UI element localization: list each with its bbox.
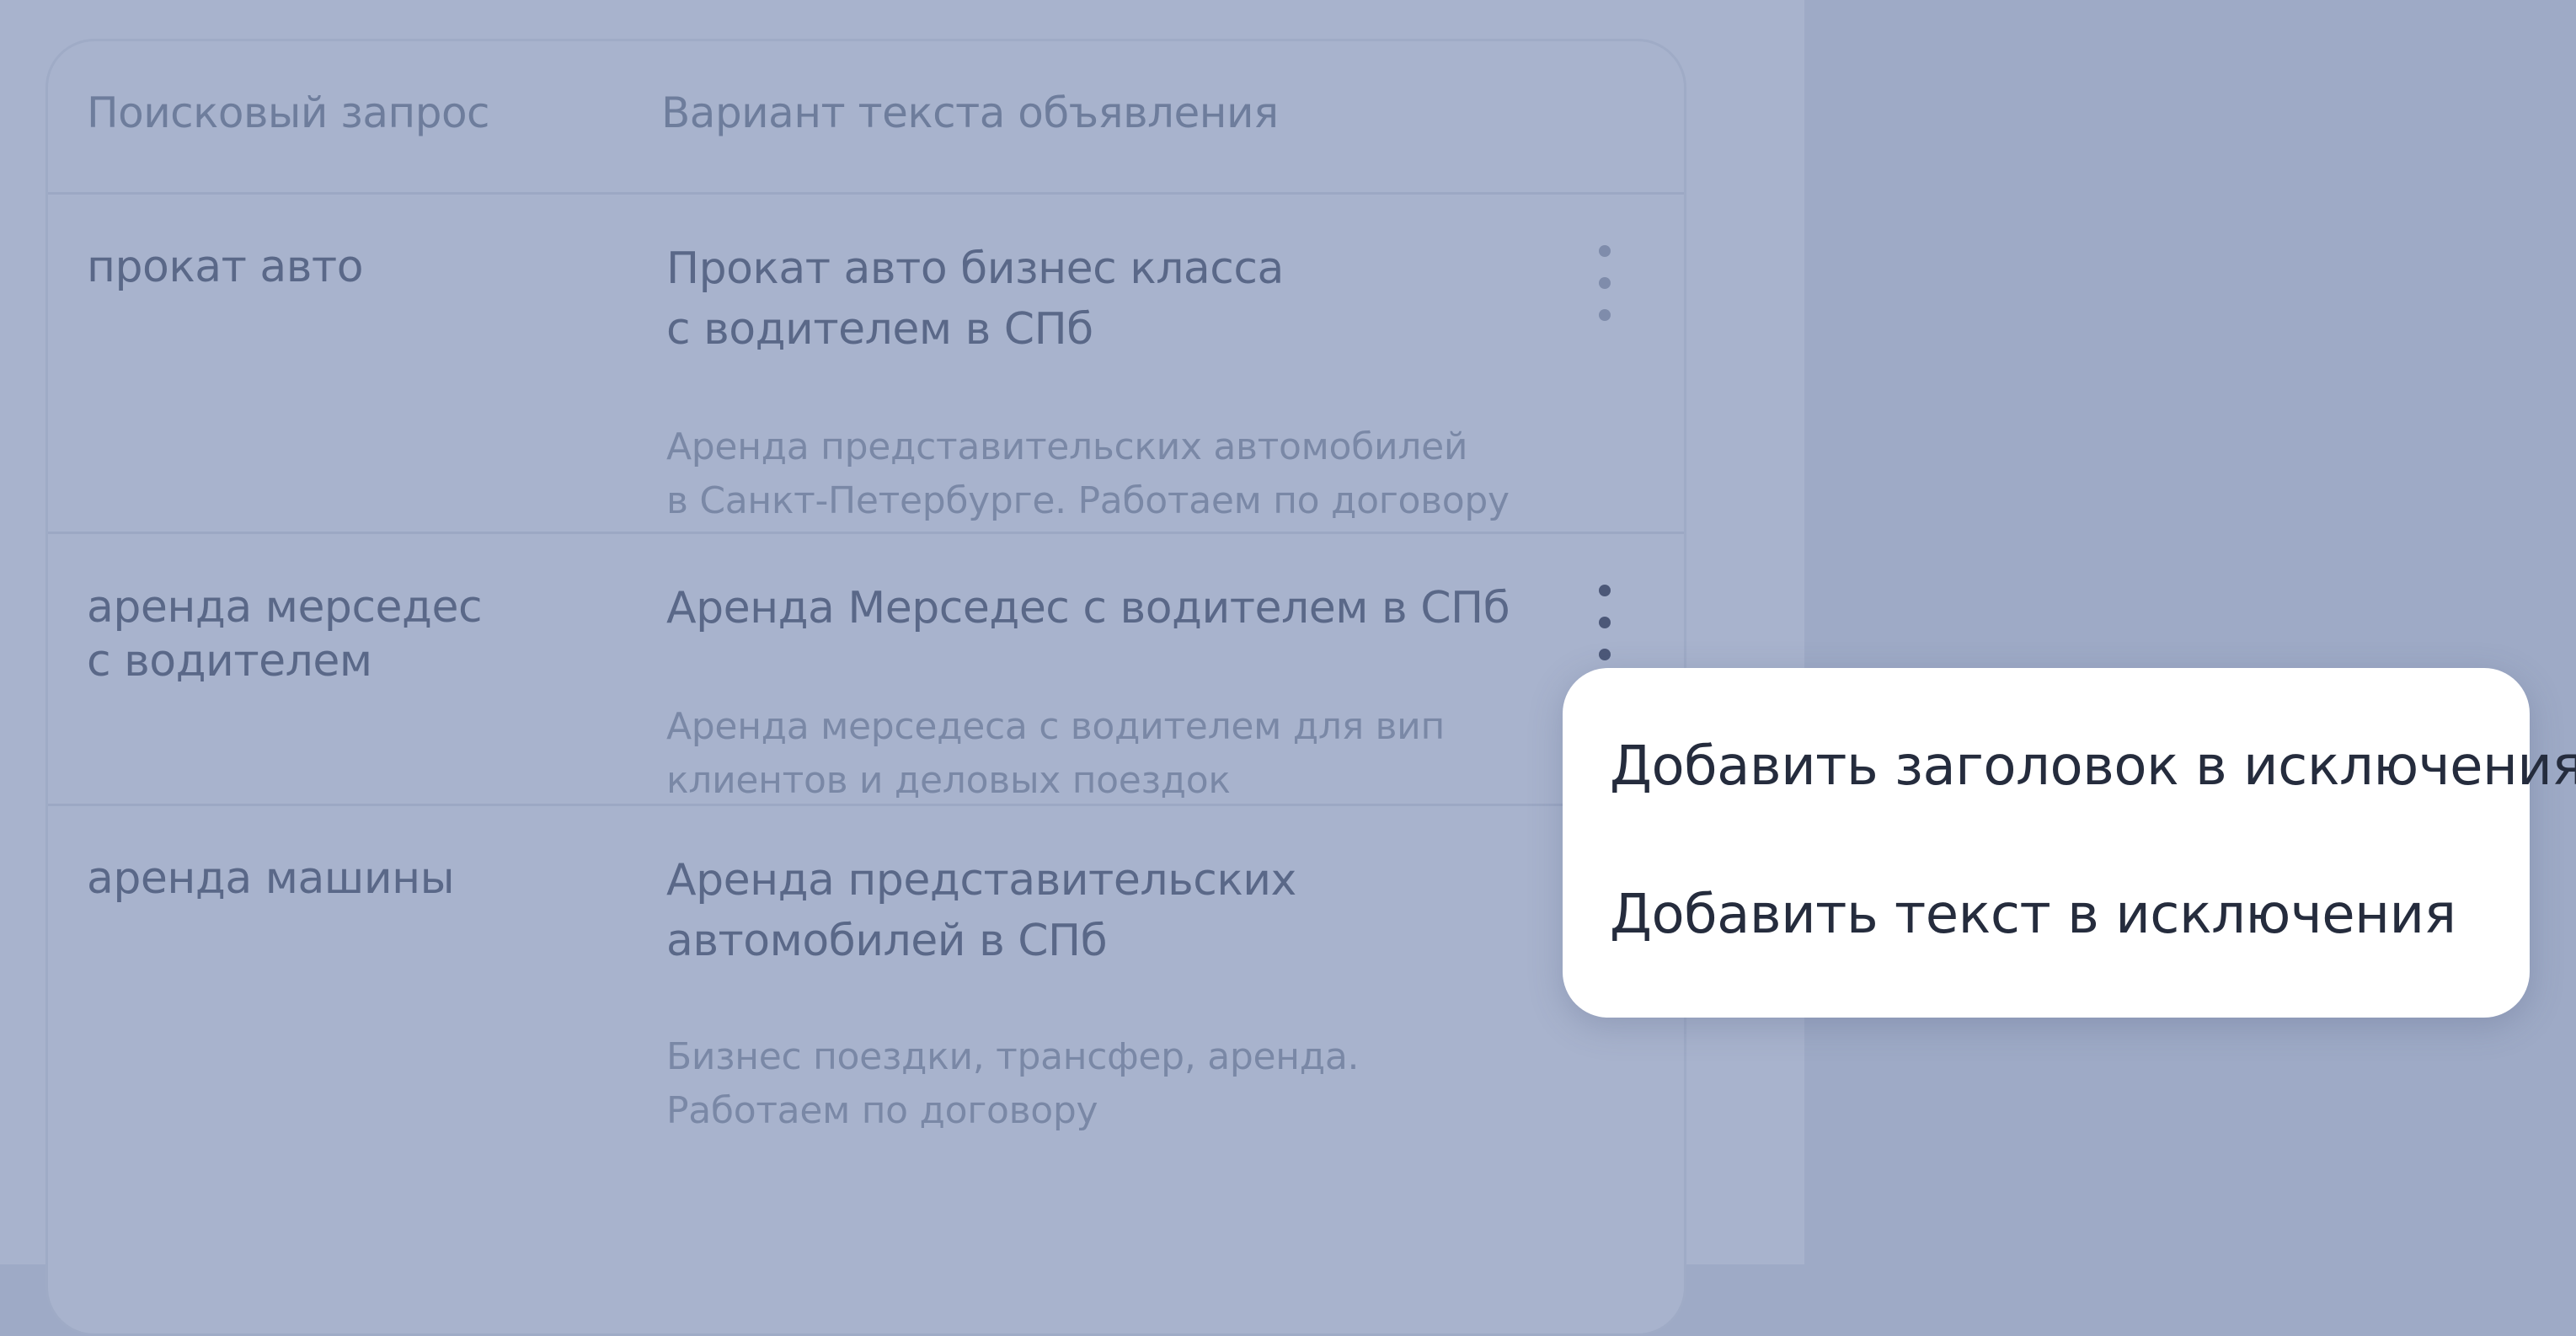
ad-text: Аренда мерседеса с водителем для вип кли… — [666, 700, 1445, 808]
more-vertical-icon[interactable] — [1588, 585, 1622, 660]
row-query-line: с водителем — [87, 636, 372, 687]
menu-item-exclude-text[interactable]: Добавить текст в исключения — [1610, 884, 2456, 946]
row-query-line: аренда мерседес — [87, 582, 483, 633]
row-query-line: прокат авто — [87, 242, 364, 292]
ad-title-line: Аренда представительских — [666, 855, 1296, 906]
ad-title: Прокат авто бизнес класса с водителем в … — [666, 238, 1284, 360]
ad-text-line: Бизнес поездки, трансфер, аренда. — [666, 1035, 1360, 1078]
row-divider — [48, 532, 1684, 534]
ad-text-line: Аренда мерседеса с водителем для вип — [666, 705, 1445, 748]
context-menu: Добавить заголовок в исключения Добавить… — [1563, 668, 2576, 1018]
ad-title: Аренда представительских автомобилей в С… — [666, 850, 1296, 971]
row-divider — [48, 804, 1684, 806]
header-divider — [48, 192, 1684, 195]
ad-title-line: Прокат авто бизнес класса — [666, 243, 1284, 294]
ad-text: Аренда представительских автомобилей в С… — [666, 420, 1510, 528]
menu-item-exclude-title[interactable]: Добавить заголовок в исключения — [1610, 735, 2576, 798]
more-vertical-icon[interactable] — [1588, 245, 1622, 321]
ad-title-line: с водителем в СПб — [666, 304, 1093, 355]
ad-text: Бизнес поездки, трансфер, аренда. Работа… — [666, 1030, 1360, 1138]
column-header-query: Поисковый запрос — [87, 88, 490, 137]
row-query: аренда мерседес с водителем — [87, 580, 483, 688]
row-query-line: аренда машины — [87, 853, 455, 904]
ad-title-line: автомобилей в СПб — [666, 916, 1108, 966]
column-header-ad-variant: Вариант текста объявления — [661, 88, 1279, 137]
ad-text-line: Аренда представительских автомобилей — [666, 425, 1468, 468]
row-query: прокат авто — [87, 240, 364, 294]
row-query: аренда машины — [87, 852, 455, 906]
ad-text-line: клиентов и деловых поездок — [666, 759, 1231, 802]
ad-text-line: в Санкт-Петербурге. Работаем по договору — [666, 479, 1510, 522]
ad-title: Аренда Мерседес с водителем в СПб — [666, 578, 1510, 639]
search-queries-table: Поисковый запрос Вариант текста объявлен… — [45, 39, 1686, 1336]
ad-text-line: Работаем по договору — [666, 1089, 1098, 1132]
ad-title-line: Аренда Мерседес с водителем в СПб — [666, 583, 1510, 633]
